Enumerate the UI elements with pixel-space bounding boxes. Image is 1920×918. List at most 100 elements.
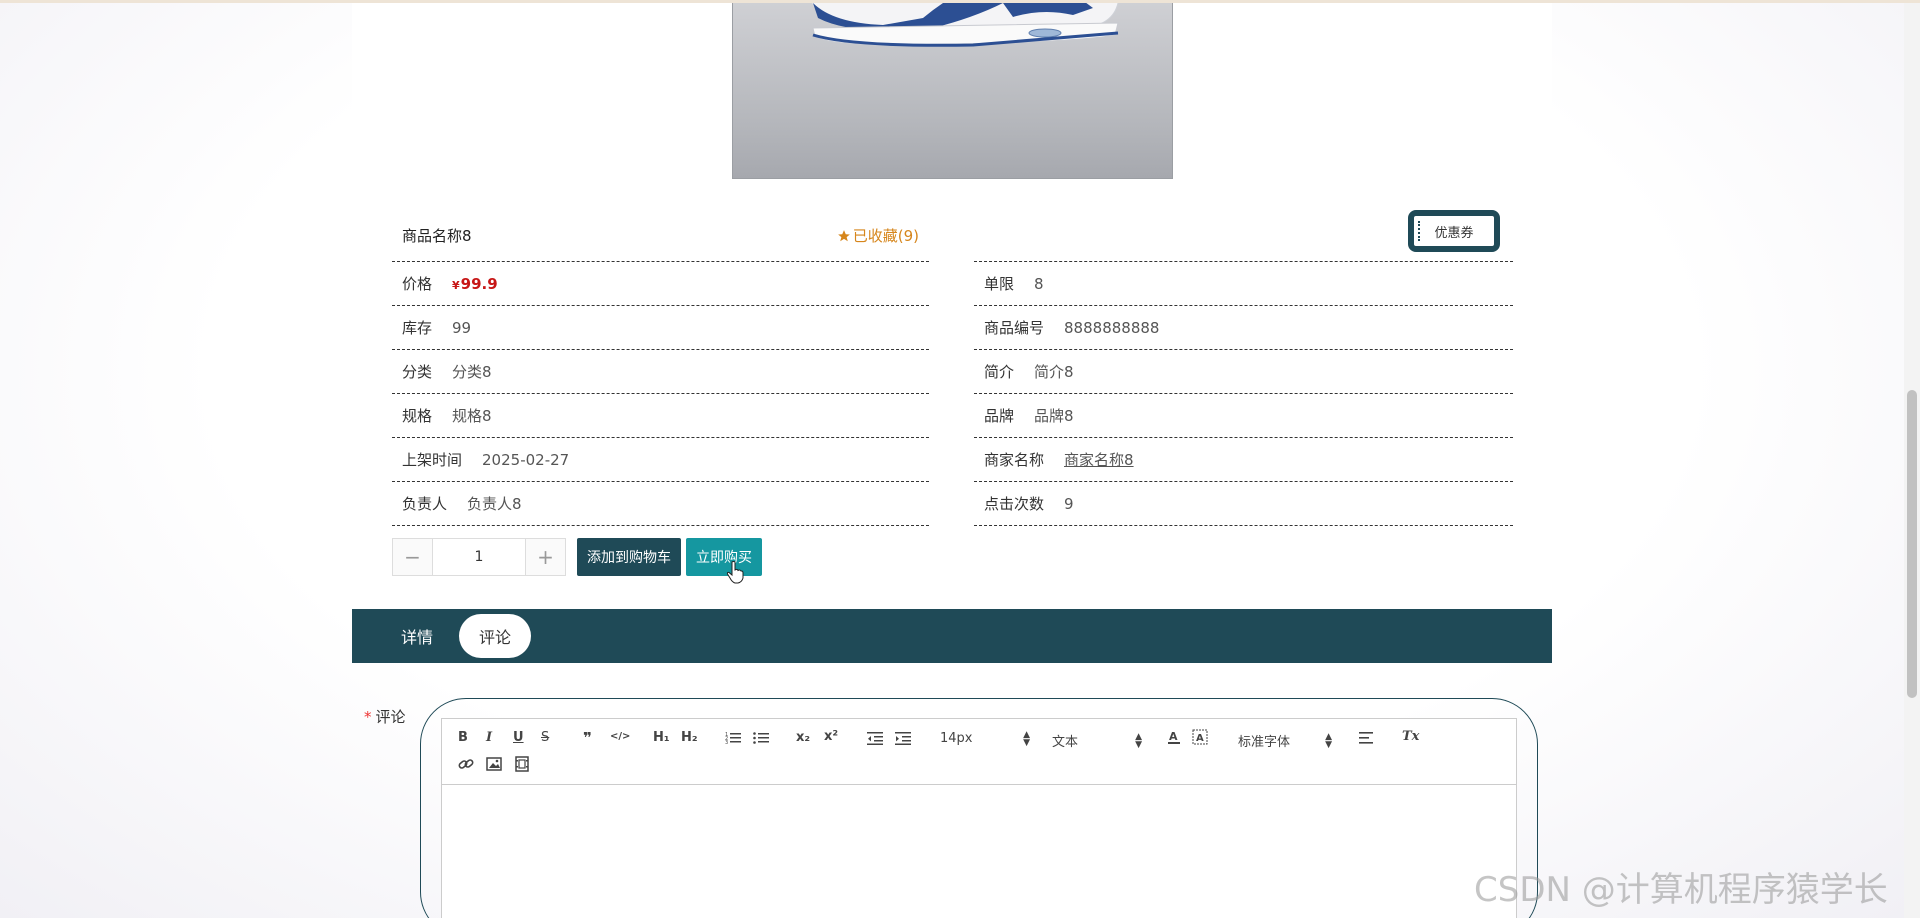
detail-row-category: 分类 分类8 [392, 350, 929, 394]
video-icon[interactable] [514, 756, 530, 772]
detail-value: 2025-02-27 [482, 450, 570, 469]
detail-value: 规格8 [452, 407, 492, 425]
align-left-icon[interactable] [1359, 731, 1375, 745]
font-family-value: 标准字体 [1238, 735, 1291, 750]
detail-value: 99 [452, 318, 472, 337]
detail-row-summary: 简介 简介8 [974, 350, 1513, 394]
background-color-icon[interactable]: A [1192, 729, 1208, 745]
ticket-notch-icon [1418, 221, 1420, 241]
merchant-link[interactable]: 商家名称8 [1064, 449, 1134, 470]
quantity-decrease-button[interactable]: − [393, 539, 433, 575]
detail-label: 库存 [402, 319, 433, 337]
heading-1-button[interactable]: H₁ [653, 730, 670, 745]
ordered-list-icon[interactable]: 123 [725, 731, 741, 745]
indent-icon[interactable] [895, 731, 911, 745]
header-value: 文本 [1052, 735, 1079, 750]
price-amount: 99.9 [460, 274, 498, 293]
quantity-stepper: − 1 + [392, 538, 566, 576]
detail-label: 商家名称 [984, 451, 1045, 469]
select-arrows-icon: ▲ ▼ [1023, 729, 1030, 748]
font-family-select[interactable]: 标准字体 ▲ ▼ [1238, 731, 1332, 750]
detail-row-spec: 规格 规格8 [392, 394, 929, 438]
detail-value: 分类8 [452, 363, 492, 381]
heading-2-button[interactable]: H₂ [681, 730, 698, 745]
detail-label: 点击次数 [984, 495, 1045, 513]
product-name: 商品名称8 [402, 227, 472, 245]
comment-field-label: * 评论 [364, 706, 406, 727]
detail-label: 负责人 [402, 495, 448, 513]
product-title-row: 商品名称8 已收藏(9) [392, 210, 929, 262]
header-select[interactable]: 文本 ▲ ▼ [1052, 731, 1142, 750]
select-arrows-icon: ▲ ▼ [1325, 731, 1332, 750]
add-to-cart-button[interactable]: 添加到购物车 [577, 538, 681, 576]
font-color-icon[interactable]: A [1166, 729, 1182, 745]
svg-text:A: A [1169, 730, 1178, 743]
detail-row-price: 价格 ¥99.9 [392, 262, 929, 306]
shoe-illustration [811, 3, 1119, 47]
tab-comments[interactable]: 评论 [459, 614, 531, 658]
detail-label: 分类 [402, 363, 433, 381]
scrollbar-thumb[interactable] [1907, 390, 1917, 698]
detail-row-order-limit: 单限 8 [974, 262, 1513, 306]
blockquote-button[interactable]: ❞ [583, 729, 592, 747]
tab-details[interactable]: 详情 [382, 614, 452, 658]
detail-row-merchant: 商家名称 商家名称8 [974, 438, 1513, 482]
price-value: ¥99.9 [452, 275, 498, 293]
detail-value: 9 [1064, 494, 1074, 513]
font-size-select[interactable]: 14px ▲ ▼ [940, 729, 1030, 748]
product-image [732, 3, 1173, 179]
strike-button[interactable]: S [541, 730, 549, 745]
detail-label: 上架时间 [402, 451, 463, 469]
editor-content-area[interactable] [442, 785, 1516, 918]
detail-row-brand: 品牌 品牌8 [974, 394, 1513, 438]
detail-value: 品牌8 [1034, 407, 1074, 425]
bold-button[interactable]: B [458, 730, 468, 745]
svg-text:3: 3 [725, 740, 728, 745]
detail-row-listed-time: 上架时间 2025-02-27 [392, 438, 929, 482]
hand-cursor-icon [726, 561, 744, 584]
comment-label-text: 评论 [375, 708, 406, 726]
font-size-value: 14px [940, 731, 973, 746]
watermark-text: CSDN @计算机程序猿学长 [1474, 870, 1888, 910]
superscript-button[interactable]: x² [824, 729, 838, 744]
subscript-button[interactable]: x₂ [796, 730, 810, 745]
favorite-label: 已收藏(9) [852, 227, 919, 245]
detail-label: 价格 [402, 275, 433, 293]
italic-button[interactable]: I [486, 730, 492, 745]
detail-row-owner: 负责人 负责人8 [392, 482, 929, 526]
outdent-icon[interactable] [867, 731, 883, 745]
svg-text:A: A [1196, 733, 1204, 744]
coupon-row: 优惠券 [974, 210, 1513, 262]
detail-label: 规格 [402, 407, 433, 425]
buy-now-button[interactable]: 立即购买 [686, 538, 762, 576]
detail-label: 品牌 [984, 407, 1015, 425]
detail-row-product-code: 商品编号 8888888888 [974, 306, 1513, 350]
clear-format-button[interactable]: Tx [1402, 729, 1419, 744]
currency-symbol: ¥ [452, 278, 460, 292]
tab-bar: 详情 评论 [352, 609, 1552, 663]
detail-label: 简介 [984, 363, 1015, 381]
detail-value: 8 [1034, 274, 1044, 293]
editor-toolbar: B I U S ❞ </> H₁ H₂ 123 x₂ x² 14px ▲ ▼ 文… [442, 719, 1516, 785]
detail-value: 8888888888 [1064, 318, 1160, 337]
detail-value: 负责人8 [467, 495, 522, 513]
code-block-button[interactable]: </> [610, 731, 630, 742]
bullet-list-icon[interactable] [753, 731, 769, 745]
detail-label: 商品编号 [984, 319, 1045, 337]
required-mark: * [364, 708, 372, 726]
star-icon [837, 229, 850, 241]
quantity-input[interactable]: 1 [433, 539, 525, 575]
detail-row-click-count: 点击次数 9 [974, 482, 1513, 526]
link-icon[interactable] [458, 756, 474, 772]
favorite-button[interactable]: 已收藏(9) [837, 225, 919, 246]
detail-value: 简介8 [1034, 363, 1074, 381]
quantity-increase-button[interactable]: + [525, 539, 565, 575]
rich-text-editor: B I U S ❞ </> H₁ H₂ 123 x₂ x² 14px ▲ ▼ 文… [441, 718, 1517, 918]
coupon-label: 优惠券 [1434, 225, 1474, 241]
select-arrows-icon: ▲ ▼ [1135, 731, 1142, 750]
image-icon[interactable] [486, 756, 502, 772]
detail-row-stock: 库存 99 [392, 306, 929, 350]
detail-label: 单限 [984, 275, 1015, 293]
underline-button[interactable]: U [513, 730, 524, 745]
coupon-button[interactable]: 优惠券 [1408, 210, 1500, 252]
